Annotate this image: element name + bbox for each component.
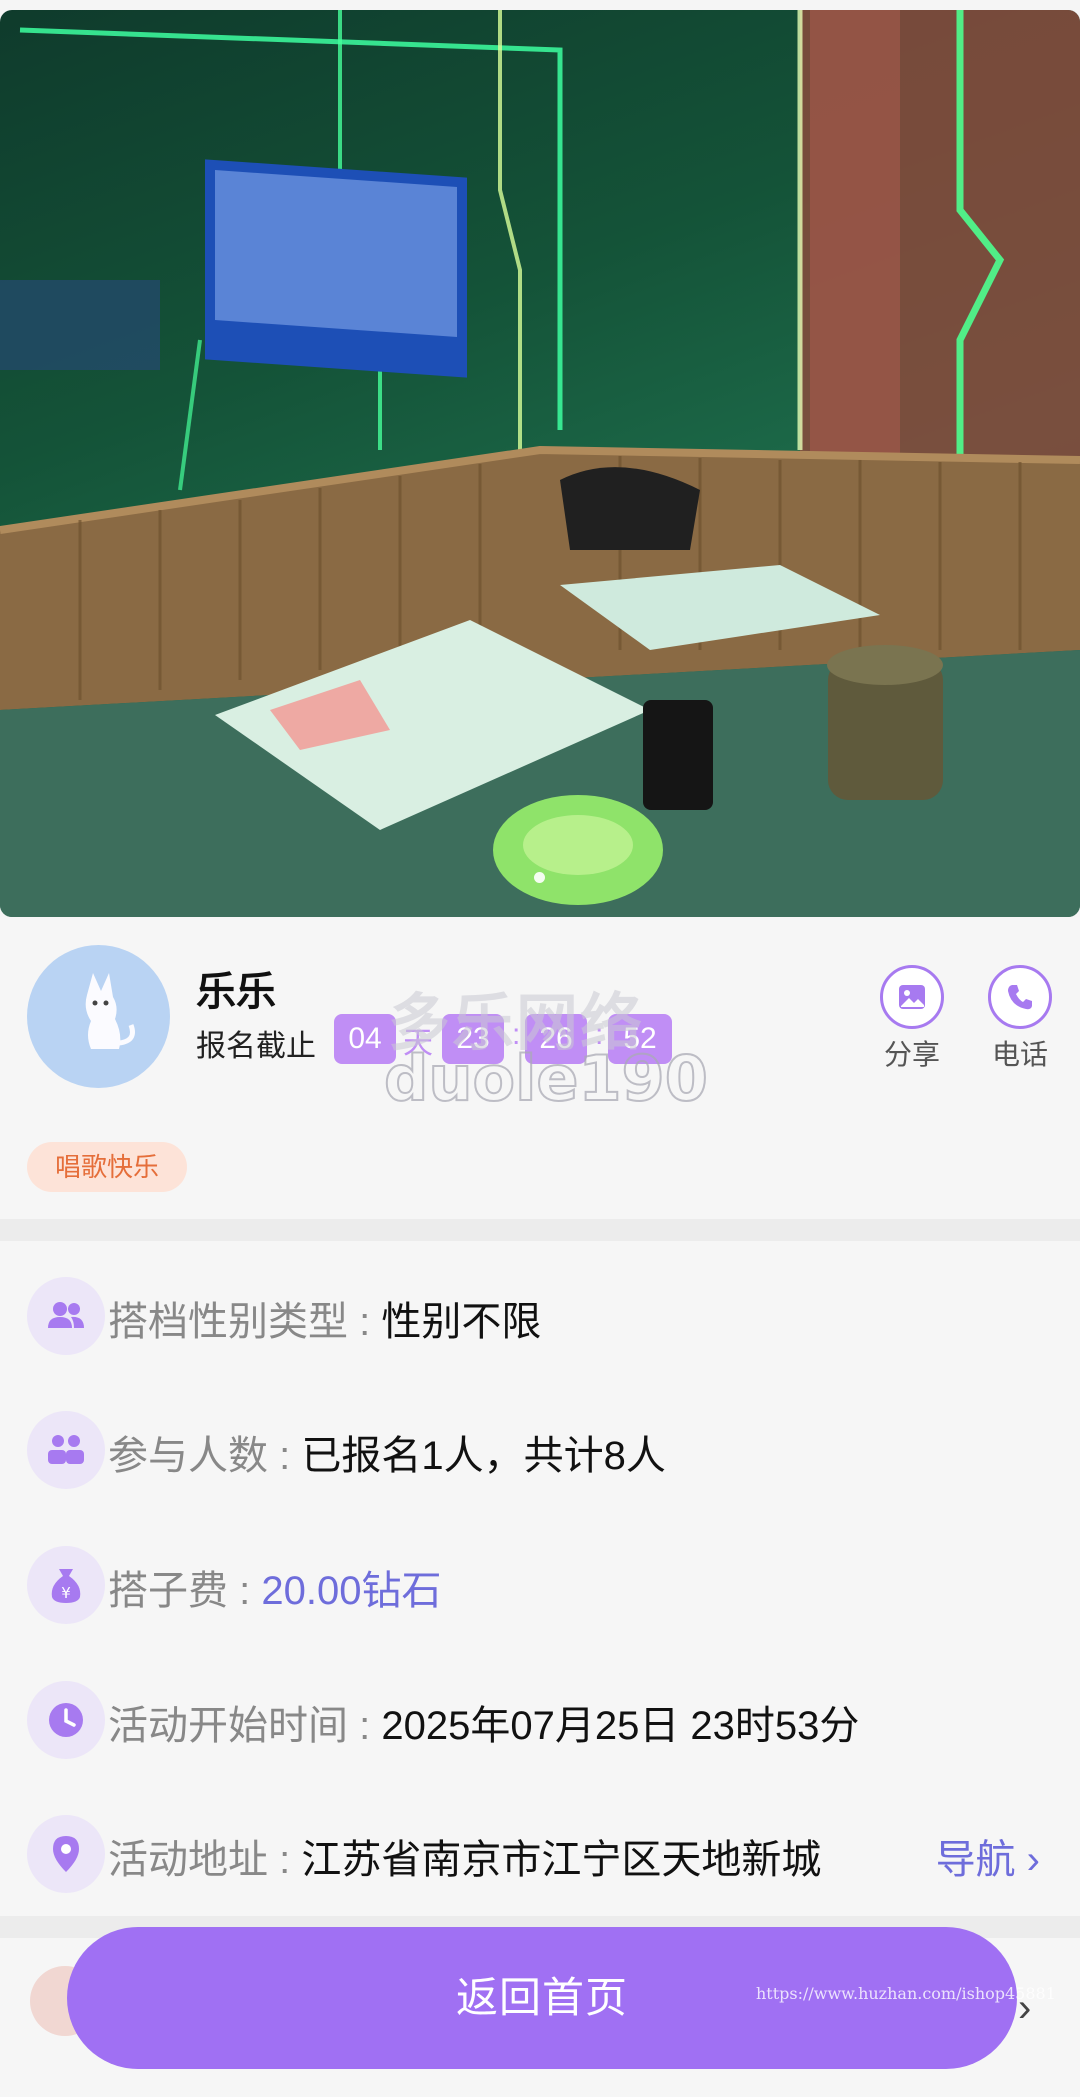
image-icon	[899, 985, 925, 1009]
phone-icon	[1008, 985, 1032, 1010]
share-button[interactable]: 分享	[857, 965, 967, 1073]
group-icon	[27, 1411, 105, 1489]
venue-photo-carousel[interactable]	[0, 10, 1080, 917]
svg-text:¥: ¥	[61, 1584, 71, 1602]
activity-info: 搭档性别类型 : 性别不限 参与人数 : 已报名1人，共计8人 ¥ 搭子费 : …	[0, 1241, 1080, 1916]
host-section: 乐乐 报名截止 04 天 23 : 26 : 52 多乐网络 duole190 …	[0, 917, 1080, 1219]
address-row: 活动地址 : 江苏省南京市江宁区天地新城 导航 ›	[0, 1805, 1080, 1905]
host-avatar[interactable]	[27, 945, 170, 1088]
start-time-key: 活动开始时间 :	[108, 1704, 382, 1748]
share-label: 分享	[883, 1039, 940, 1070]
watermark-url: https://www.huzhan.com/ishop45881	[756, 1984, 1056, 2003]
carousel-indicator[interactable]	[534, 872, 545, 883]
money-bag-icon: ¥	[27, 1546, 105, 1624]
cat-avatar-icon	[85, 973, 135, 1049]
fee-value: 20.00钻石	[261, 1569, 442, 1613]
navigate-link[interactable]: 导航 ›	[936, 1827, 1040, 1885]
start-time-row: 活动开始时间 : 2025年07月25日 23时53分	[0, 1671, 1080, 1771]
watermark-text: duole190	[383, 1041, 709, 1116]
start-time-value: 2025年07月25日 23时53分	[381, 1704, 860, 1748]
users-icon	[27, 1277, 105, 1355]
phone-button[interactable]: 电话	[965, 965, 1075, 1073]
location-pin-icon	[27, 1815, 105, 1893]
gender-key: 搭档性别类型 :	[108, 1300, 382, 1344]
deadline-label: 报名截止	[196, 1030, 316, 1063]
activity-tag: 唱歌快乐	[27, 1142, 188, 1192]
host-name: 乐乐	[196, 970, 276, 1014]
address-value: 江苏省南京市江宁区天地新城	[301, 1838, 822, 1882]
venue-photo	[0, 10, 1080, 917]
gender-value: 性别不限	[381, 1300, 542, 1344]
phone-label: 电话	[991, 1039, 1048, 1070]
gender-row: 搭档性别类型 : 性别不限	[0, 1267, 1080, 1367]
clock-icon	[27, 1681, 105, 1759]
participants-row: 参与人数 : 已报名1人，共计8人	[0, 1401, 1080, 1501]
address-key: 活动地址 :	[108, 1838, 302, 1882]
fee-key: 搭子费 :	[108, 1569, 262, 1613]
fee-row: ¥ 搭子费 : 20.00钻石	[0, 1536, 1080, 1636]
section-divider	[0, 1219, 1080, 1241]
participants-key: 参与人数 :	[108, 1434, 302, 1478]
participants-value: 已报名1人，共计8人	[301, 1434, 666, 1478]
